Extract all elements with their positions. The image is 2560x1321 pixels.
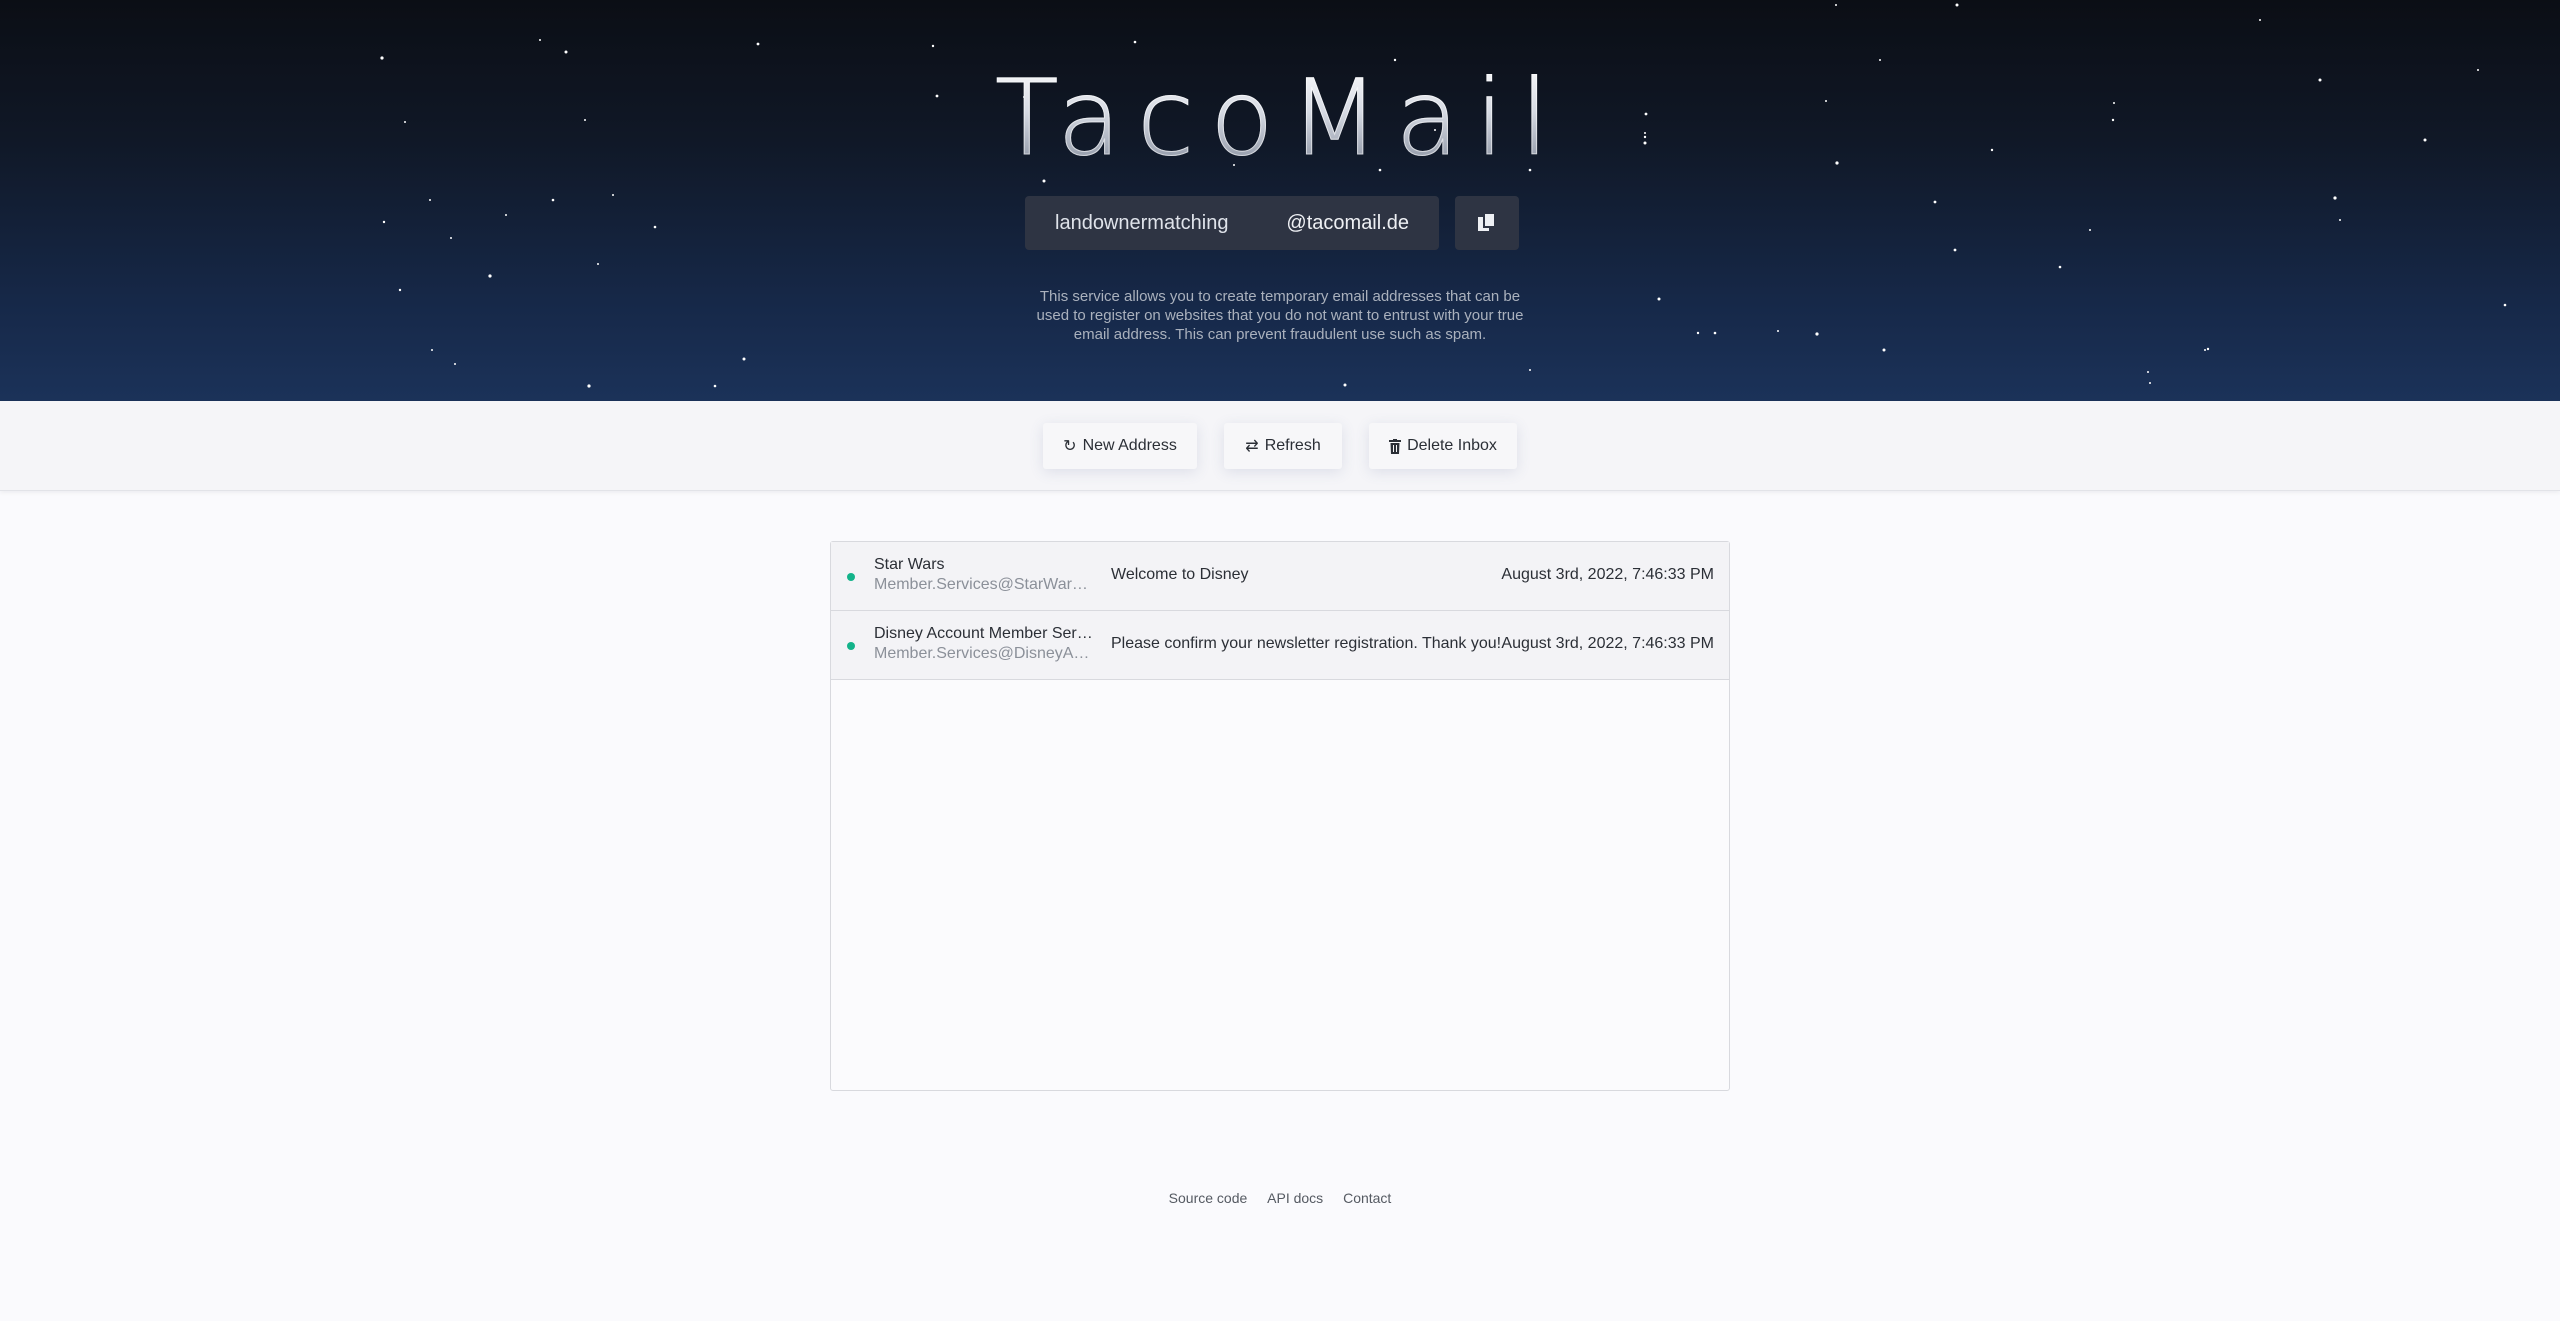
refresh-button[interactable]: ⇄ Refresh: [1224, 423, 1342, 469]
app-logo: TacoMail: [0, 58, 2560, 179]
sender-name: Star Wars: [874, 556, 945, 573]
address-username[interactable]: landownermatching: [1055, 196, 1228, 250]
sync-icon: ⇄: [1245, 438, 1259, 455]
email-address-field[interactable]: landownermatching @tacomail.de: [1025, 196, 1439, 250]
footer-link-contact[interactable]: Contact: [1343, 1190, 1391, 1206]
mail-subject: Welcome to Disney: [1111, 566, 1249, 583]
footer: Source code API docs Contact: [0, 1190, 2560, 1206]
inbox-list: Star Wars Member.Services@StarWars.com W…: [830, 541, 1730, 1091]
unread-indicator: [847, 573, 855, 581]
new-address-label: New Address: [1082, 437, 1177, 454]
action-toolbar: ↻ New Address ⇄ Refresh Delete Inbox: [0, 401, 2560, 491]
new-address-button[interactable]: ↻ New Address: [1043, 423, 1197, 469]
sender-name: Disney Account Member Services: [874, 625, 1094, 642]
trash-icon: [1389, 438, 1402, 454]
footer-link-api-docs[interactable]: API docs: [1267, 1190, 1323, 1206]
footer-link-source-code[interactable]: Source code: [1169, 1190, 1248, 1206]
mail-date: August 3rd, 2022, 7:46:33 PM: [1501, 566, 1714, 583]
mail-subject: Please confirm your newsletter registrat…: [1111, 635, 1502, 652]
service-description: This service allows you to create tempor…: [1036, 288, 1524, 343]
hero-header: TacoMail landownermatching @tacomail.de …: [0, 0, 2560, 401]
copy-address-button[interactable]: [1455, 196, 1519, 250]
refresh-label: Refresh: [1264, 437, 1321, 454]
mail-date: August 3rd, 2022, 7:46:33 PM: [1501, 635, 1714, 652]
sender-email: Member.Services@StarWars.com: [874, 576, 1094, 593]
delete-inbox-label: Delete Inbox: [1407, 437, 1497, 454]
copy-icon: [1478, 212, 1496, 231]
rotate-icon: ↻: [1063, 438, 1077, 455]
address-domain: @tacomail.de: [1286, 212, 1409, 234]
unread-indicator: [847, 642, 855, 650]
sender-email: Member.Services@DisneyAccount.com: [874, 645, 1094, 662]
delete-inbox-button[interactable]: Delete Inbox: [1369, 423, 1517, 469]
mail-row[interactable]: Star Wars Member.Services@StarWars.com W…: [831, 542, 1729, 611]
mail-row[interactable]: Disney Account Member Services Member.Se…: [831, 611, 1729, 680]
